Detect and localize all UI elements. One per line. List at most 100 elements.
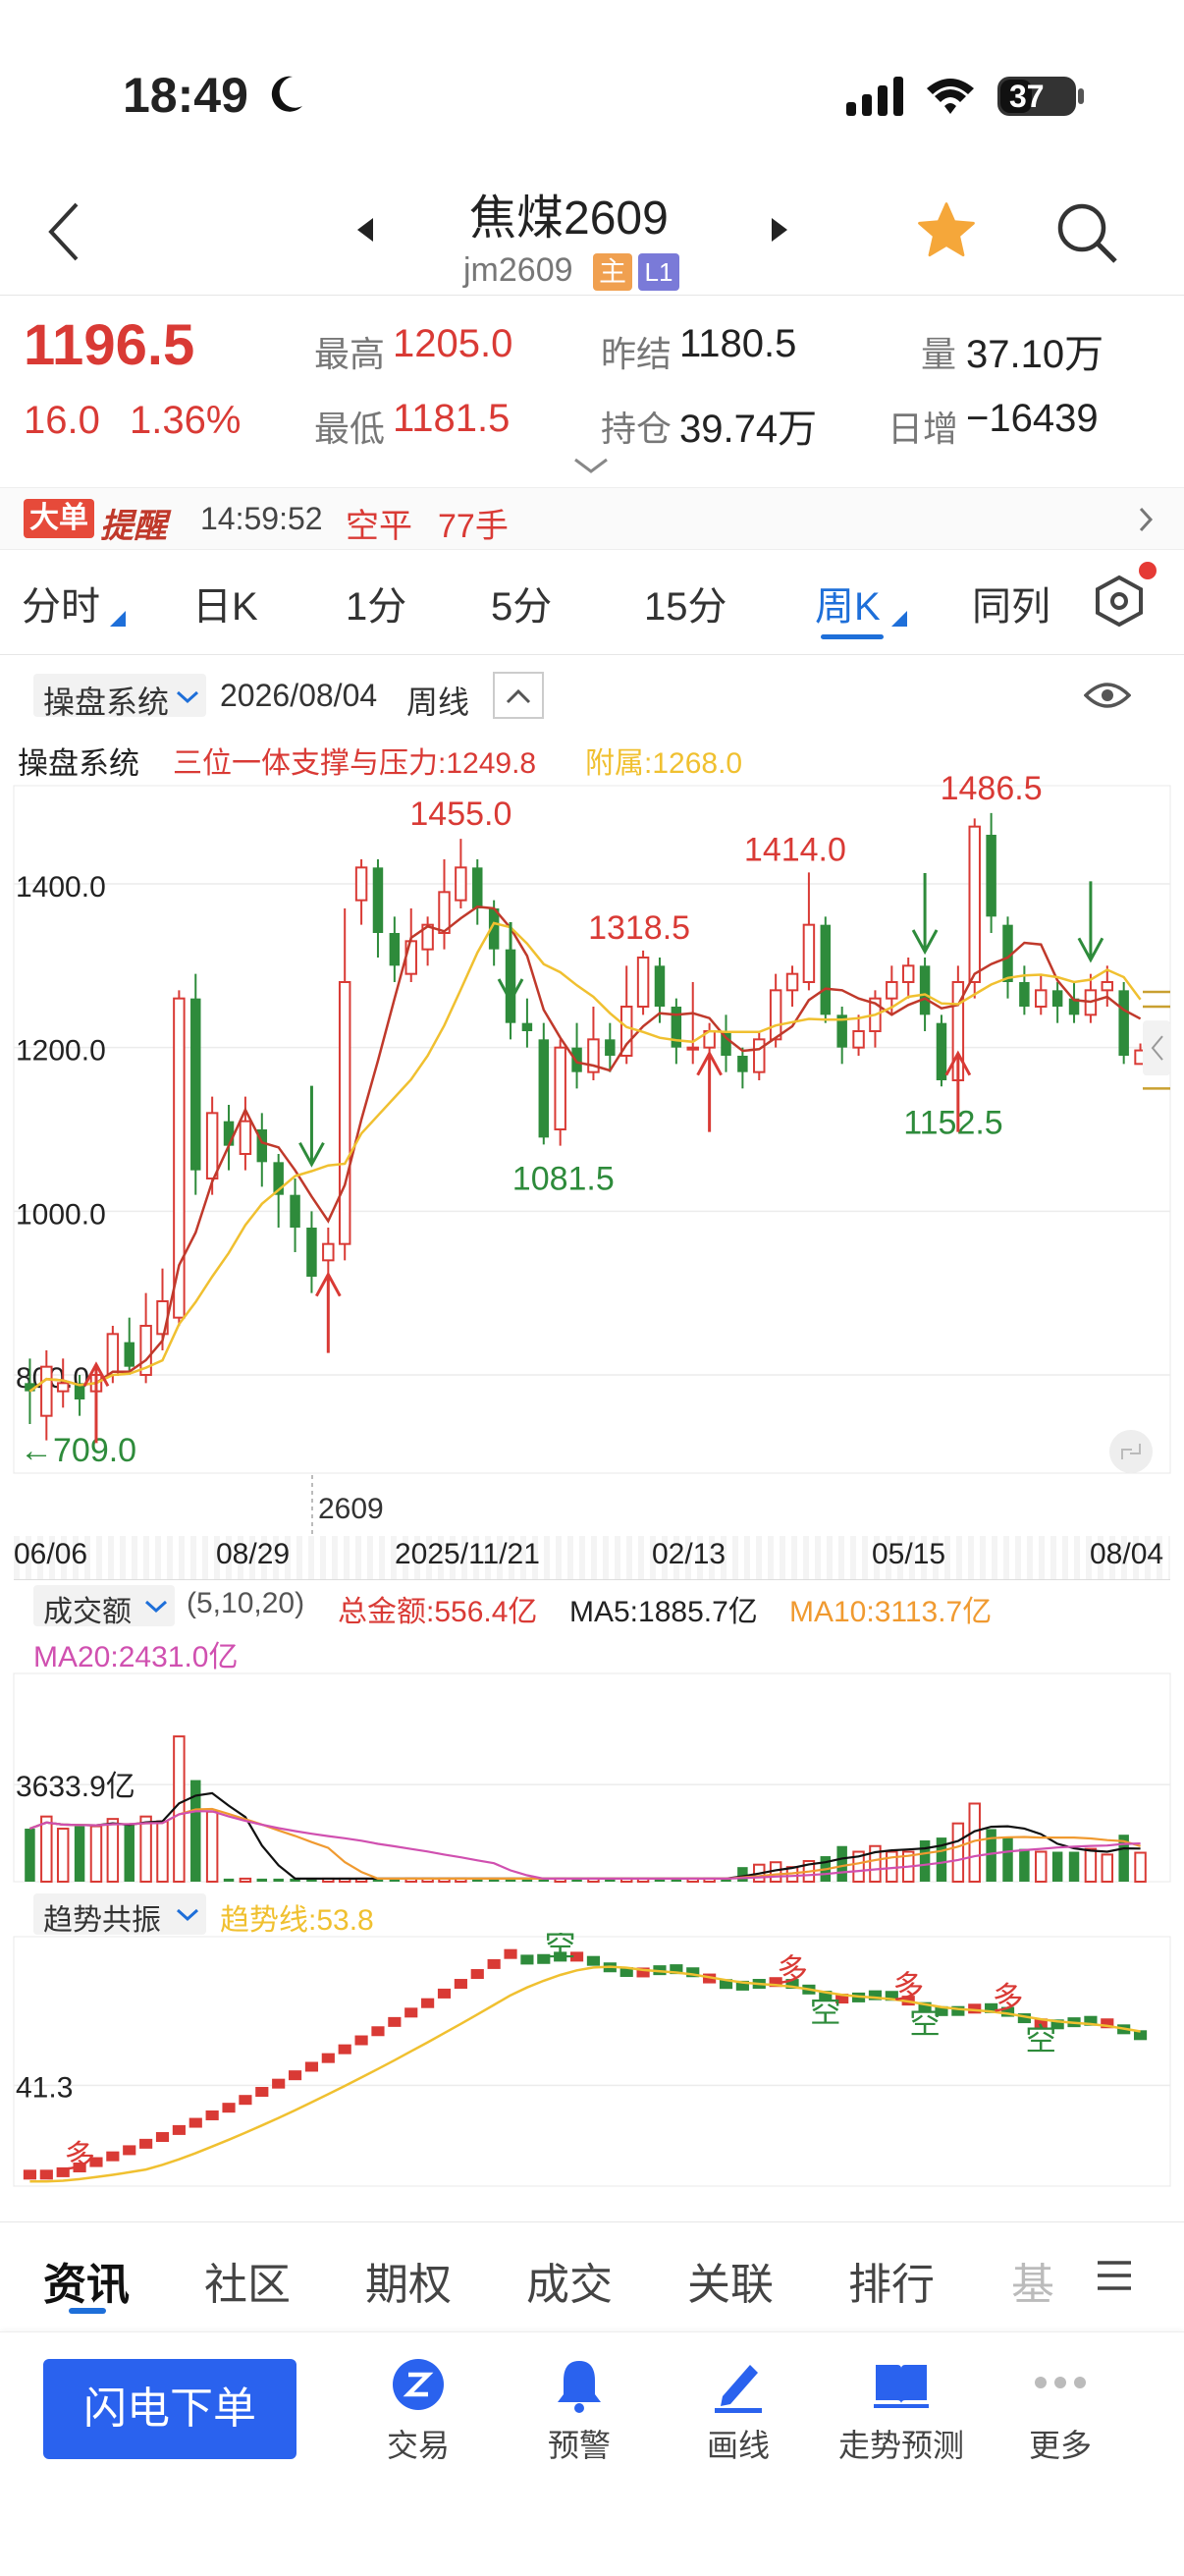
daily-increase-label: 日增 <box>888 409 959 449</box>
sell-arrow <box>911 873 939 956</box>
nav-alert-label[interactable]: 预警 <box>501 2421 658 2466</box>
high-label: 最高 <box>314 334 386 374</box>
y-tick-label: 1000.0 <box>16 1198 106 1231</box>
candle-body-up <box>239 1120 252 1155</box>
back-icon[interactable] <box>45 200 84 263</box>
alert-qty: 77手 <box>438 508 509 545</box>
volume-value: 37.10万 <box>966 333 1104 376</box>
trend-resonance-chart[interactable]: 41.3多空多空多空多空 <box>0 1933 1184 2190</box>
volume-bar-up <box>156 1820 169 1883</box>
volume-bar-up <box>205 1810 219 1883</box>
draw-line-icon[interactable] <box>711 2357 766 2414</box>
x-tick-2: 08/29 <box>216 1538 291 1570</box>
tab-intraday[interactable]: 分时 <box>22 575 100 631</box>
volume-tick-label: 3633.9亿 <box>16 1771 135 1803</box>
volume-bar-up <box>40 1815 53 1883</box>
nav-forecast-label[interactable]: 走势预测 <box>823 2421 980 2466</box>
candlestick-chart[interactable]: 1400.01200.01000.0800.026091455.01318.51… <box>0 776 1184 1571</box>
candle-body-down <box>389 933 401 966</box>
tab-same-column[interactable]: 同列 <box>972 575 1050 631</box>
tab-15min[interactable]: 15分 <box>644 575 727 631</box>
next-contract-icon[interactable] <box>768 216 791 244</box>
tab-intraday-dropdown-icon[interactable] <box>110 611 126 627</box>
tab-daily-k[interactable]: 日K <box>192 575 258 631</box>
eye-icon[interactable] <box>1084 680 1131 711</box>
tab-ranking[interactable]: 排行 <box>848 2249 935 2312</box>
page-title: 焦煤2609 <box>469 192 669 245</box>
trade-icon[interactable] <box>391 2357 446 2412</box>
alert-bell-icon[interactable] <box>552 2357 607 2414</box>
tab-basis[interactable]: 基 <box>1011 2249 1054 2312</box>
candle-body-up <box>354 866 368 902</box>
nav-trade-label[interactable]: 交易 <box>340 2421 497 2466</box>
buy-arrow <box>696 1050 723 1132</box>
tab-community[interactable]: 社区 <box>204 2249 291 2312</box>
nav-draw-label[interactable]: 画线 <box>660 2421 817 2466</box>
chart-period: 周线 <box>406 685 470 720</box>
trend-tick-label: 41.3 <box>16 2071 73 2104</box>
prev-settle-label: 昨结 <box>601 334 673 374</box>
forecast-book-icon[interactable] <box>872 2357 931 2412</box>
open-interest-label: 持仓 <box>601 409 673 449</box>
low-value: 1181.5 <box>393 397 511 440</box>
candle-body-down <box>190 998 201 1171</box>
menu-icon[interactable] <box>1096 2259 1133 2292</box>
tab-weekly-dropdown-icon[interactable] <box>891 611 907 627</box>
volume-selector-chevron-icon <box>144 1600 168 1614</box>
volume-bar-up <box>951 1822 965 1883</box>
battery-level: 37 <box>1009 79 1045 114</box>
candle-body-up <box>1101 981 1114 992</box>
contract-marker-label: 2609 <box>318 1493 384 1525</box>
candle-body-up <box>554 1046 566 1130</box>
tab-related[interactable]: 关联 <box>687 2249 774 2312</box>
candle-body-down <box>124 1342 135 1367</box>
tab-1min[interactable]: 1分 <box>346 575 406 631</box>
contract-code: jm2609 <box>463 251 573 289</box>
candle-body-down <box>919 965 931 1015</box>
lightning-order-button[interactable]: 闪电下单 <box>43 2359 296 2459</box>
candle-body-up <box>802 923 816 984</box>
expand-chevron-icon[interactable] <box>573 456 609 475</box>
candle-body-up <box>636 957 650 1008</box>
trend-frame <box>13 1936 1171 2187</box>
trend-block-up <box>304 2061 319 2072</box>
tab-trades[interactable]: 成交 <box>526 2249 613 2312</box>
moon-icon <box>271 76 302 112</box>
volume-chart[interactable]: 3633.9亿 <box>0 1670 1184 1886</box>
volume-bar-up <box>1101 1853 1114 1883</box>
trend-signal-long: 多 <box>777 1952 808 1988</box>
nav-more-label[interactable]: 更多 <box>982 2421 1139 2466</box>
trend-block-up <box>255 2087 269 2098</box>
alert-chevron-right-icon[interactable] <box>1137 505 1155 534</box>
candle-body-up <box>852 1030 865 1049</box>
tab-news[interactable]: 资讯 <box>43 2249 130 2312</box>
tab-options[interactable]: 期权 <box>365 2249 452 2312</box>
settings-hexagon-icon[interactable] <box>1092 574 1147 629</box>
buy-arrow <box>315 1271 342 1353</box>
system-selector-chevron-icon <box>176 690 199 704</box>
volume-bar-up <box>139 1815 152 1883</box>
trend-block-up <box>404 2007 418 2018</box>
volume-bar-down <box>256 1878 268 1882</box>
price-change: 16.0 <box>24 399 100 442</box>
trend-block-up <box>23 2169 37 2180</box>
favorite-star-icon[interactable] <box>913 198 980 263</box>
trend-block-up <box>421 1998 435 2008</box>
tab-weekly-k[interactable]: 周K <box>815 575 881 631</box>
tab-5min[interactable]: 5分 <box>491 575 552 631</box>
y-tick-label: 1200.0 <box>16 1035 106 1068</box>
volume-bar-down <box>25 1829 35 1882</box>
trend-block-down <box>520 1954 534 1965</box>
trend-selector-chevron-icon <box>176 1908 199 1922</box>
low-annotation-start: ←709.0 <box>20 1432 136 1469</box>
search-icon[interactable] <box>1054 200 1119 265</box>
volume-bar-down <box>1002 1837 1013 1882</box>
candle-body-down <box>306 1228 317 1277</box>
price-change-pct: 1.36% <box>130 399 242 442</box>
more-dots-icon[interactable] <box>1033 2375 1088 2390</box>
candle-body-up <box>968 825 981 983</box>
prev-contract-icon[interactable] <box>353 216 377 244</box>
alert-row-bg[interactable] <box>0 487 1184 550</box>
trend-block-up <box>487 1958 501 1969</box>
trend-block-up <box>239 2095 252 2106</box>
